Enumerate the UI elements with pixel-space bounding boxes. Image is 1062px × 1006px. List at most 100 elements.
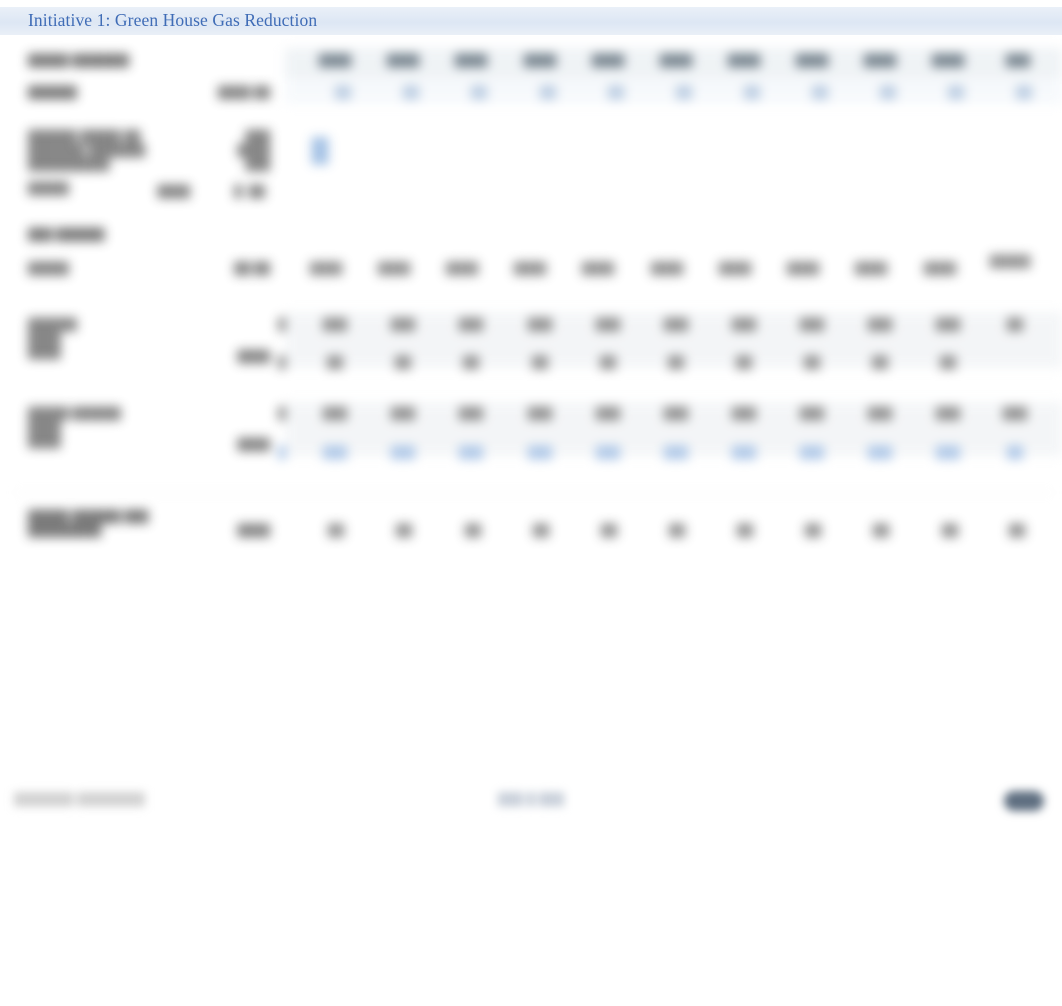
table-cell: █ [277, 357, 287, 369]
table-cell: ███ [390, 408, 416, 420]
column-header: ████ [523, 55, 557, 67]
table-cell: ███ [799, 408, 825, 420]
column-header: ████ [863, 55, 897, 67]
table-cell: ███ [390, 447, 416, 459]
column-header: ███ [1005, 55, 1031, 67]
summary-cell: ██ [668, 525, 686, 537]
table-cell: ███ [322, 319, 348, 331]
table-cell: ███ [527, 319, 553, 331]
report-title-bar: Initiative 1: Green House Gas Reduction [0, 7, 1062, 35]
table-cell: ██ [394, 357, 412, 369]
summary-cell: ██ [532, 525, 550, 537]
table-cell: ███ [595, 447, 621, 459]
table-cell: ████ [786, 263, 820, 275]
row-value-secondary: █ ██ [234, 186, 265, 198]
table-cell: ███ [799, 447, 825, 459]
column-header: ████ [931, 55, 965, 67]
report-page: Initiative 1: Green House Gas Reduction … [0, 0, 1062, 1006]
row-divider [14, 492, 1054, 493]
summary-cell: ██ [464, 525, 482, 537]
table-cell-total: ███ [1002, 408, 1028, 420]
summary-cell: ██ [395, 525, 413, 537]
table-cell-total: ██ [1006, 447, 1024, 459]
row-value: ████ [237, 439, 270, 451]
subcolumn-header: ██ [539, 87, 557, 99]
column-header: ████ [659, 55, 693, 67]
table-cell: ████ [581, 263, 615, 275]
column-header: ████ [386, 55, 420, 67]
row-value: ████ [157, 186, 190, 198]
table-cell: ███ [731, 447, 757, 459]
table-cell: ███ [458, 447, 484, 459]
column-header: ████ [454, 55, 488, 67]
table-cell: ███ [458, 319, 484, 331]
row-label: ███ ██████ [28, 229, 105, 241]
table-cell: ███ [935, 319, 961, 331]
summary-cell: ██ [872, 525, 890, 537]
subcolumn-header: ██ [1015, 87, 1033, 99]
summary-cell: ██ [941, 525, 959, 537]
table-cell: ███ [595, 319, 621, 331]
table-cell: ██ [735, 357, 753, 369]
summary-value: ████ [237, 525, 270, 537]
row-value: ████ [237, 351, 270, 363]
table-cell: ███ [663, 408, 689, 420]
subcolumn-header: ██ [811, 87, 829, 99]
row-label: █████ [28, 263, 69, 275]
table-cell: ███ [527, 408, 553, 420]
summary-cell: ██ [736, 525, 754, 537]
header-section-label: █████ ███████ [28, 55, 129, 67]
table-cell: ███ [527, 447, 553, 459]
table-cell: ███ [935, 408, 961, 420]
row-label: █████ ██████ ████ ████ [28, 408, 121, 448]
table-cell: ██ [326, 357, 344, 369]
summary-cell: ██ [804, 525, 822, 537]
column-header: ████ [591, 55, 625, 67]
summary-cell-total: ██ [1008, 525, 1026, 537]
page-footer: ███████ ████████ ███ █ ███ [0, 780, 1062, 826]
subcolumn-header: ██ [402, 87, 420, 99]
table-cell: ███ [799, 319, 825, 331]
column-header: ████ [727, 55, 761, 67]
table-cell: ██ [803, 357, 821, 369]
table-cell: ███ [595, 408, 621, 420]
logo-mark-icon [1004, 791, 1044, 811]
column-header: ████ [318, 55, 352, 67]
column-header: ████ [795, 55, 829, 67]
table-cell: ███ [663, 447, 689, 459]
row-label: ██████ ████ ████ [28, 319, 77, 359]
subcolumn-header: ██ [334, 87, 352, 99]
table-cell: ██ [531, 357, 549, 369]
table-cell: █ [277, 408, 287, 420]
table-cell: ██ [667, 357, 685, 369]
table-cell: ████ [377, 263, 411, 275]
table-cell: ████ [854, 263, 888, 275]
subcolumn-header: ██ [607, 87, 625, 99]
subcolumn-header: ██ [879, 87, 897, 99]
table-cell: ███ [935, 447, 961, 459]
summary-cell: ██ [327, 525, 345, 537]
subheader-label: ██████ [28, 87, 77, 99]
subcolumn-header: ██ [743, 87, 761, 99]
subcolumn-header: ██ [470, 87, 488, 99]
table-cell: ████ [445, 263, 479, 275]
table-cell: ██ [462, 357, 480, 369]
footer-page-number: ███ █ ███ [497, 792, 565, 806]
table-cell: ███ [867, 319, 893, 331]
table-cell: ███ [458, 408, 484, 420]
table-cell: █ [277, 447, 287, 459]
table-cell: ██ [599, 357, 617, 369]
row-value: ███ ████ ███ [237, 131, 270, 171]
table-cell: ████ [718, 263, 752, 275]
table-cell: █ [277, 319, 287, 331]
table-cell: ███ [867, 408, 893, 420]
table-cell: ██ [871, 357, 889, 369]
row-value: ██ ██ [234, 263, 270, 275]
table-cell: ████ [309, 263, 343, 275]
table-cell: ██ [939, 357, 957, 369]
page-title: Initiative 1: Green House Gas Reduction [28, 10, 318, 30]
table-cell-total: ██ [1006, 319, 1024, 331]
table-cell-total: █████ [989, 256, 1031, 268]
subcolumn-header: ██ [675, 87, 693, 99]
table-cell: ███ [322, 447, 348, 459]
